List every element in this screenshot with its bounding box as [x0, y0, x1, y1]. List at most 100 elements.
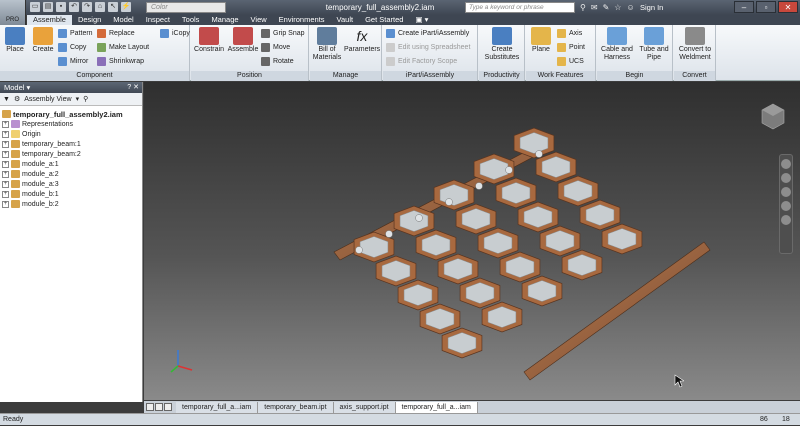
place-button[interactable]: Place [2, 27, 28, 54]
tab-manage[interactable]: Manage [205, 15, 244, 25]
tree-item[interactable]: + module_a:3 [2, 179, 142, 189]
bolt [535, 150, 543, 158]
tube-pipe-button[interactable]: Tube and Pipe [637, 27, 671, 62]
new-icon[interactable]: ▭ [30, 2, 40, 12]
tree-item[interactable]: + module_b:2 [2, 199, 142, 209]
create-ipart-button[interactable]: Create iPart/iAssembly [386, 28, 469, 39]
expand-icon[interactable]: + [2, 170, 9, 178]
tab-tools[interactable]: Tools [176, 15, 206, 25]
axis-button[interactable]: Axis [557, 28, 582, 39]
tab-vault[interactable]: Vault [331, 15, 360, 25]
plane-button[interactable]: Plane [528, 27, 554, 54]
doc-tab-active[interactable]: temporary_full_a...iam [395, 401, 478, 413]
tools-icon[interactable]: ✎ [603, 2, 610, 13]
expand-icon[interactable]: + [2, 160, 9, 168]
user-icon[interactable]: ☺ [626, 2, 634, 13]
expand-icon[interactable]: + [2, 140, 9, 148]
browser-title-dropdown[interactable]: Model [4, 83, 24, 92]
point-button[interactable]: Point [557, 42, 585, 53]
rotate-button[interactable]: Rotate [261, 56, 294, 67]
assembly-view-dropdown[interactable]: Assembly View [24, 96, 71, 103]
filter-icon[interactable]: ▼ [3, 96, 10, 103]
replace-button[interactable]: Replace [97, 28, 135, 39]
tab-get-started[interactable]: Get Started [359, 15, 409, 25]
close-button[interactable]: ✕ [778, 1, 798, 13]
star-icon[interactable]: ☆ [614, 2, 621, 13]
zoom-icon[interactable] [781, 187, 791, 197]
steering-wheel-icon[interactable] [781, 159, 791, 169]
icopy-button[interactable]: iCopy [160, 28, 190, 39]
browser-header: Model ▾ ? ✕ [0, 82, 142, 93]
expand-icon[interactable]: + [2, 190, 9, 198]
edit-factory-scope-button[interactable]: Edit Factory Scope [386, 56, 457, 67]
tree-item[interactable]: + module_a:1 [2, 159, 142, 169]
tree-item[interactable]: + temporary_beam:2 [2, 149, 142, 159]
browser-close-icon[interactable]: ? ✕ [127, 82, 139, 93]
color-override-dropdown[interactable]: Color [146, 2, 226, 13]
update-icon[interactable]: ⚡ [121, 2, 131, 12]
sign-in-link[interactable]: Sign In [640, 2, 663, 13]
tab-inspect[interactable]: Inspect [140, 15, 176, 25]
tree-item[interactable]: + Representations [2, 119, 142, 129]
pan-icon[interactable] [781, 173, 791, 183]
cable-harness-button[interactable]: Cable and Harness [599, 27, 635, 62]
tree-item[interactable]: + module_b:1 [2, 189, 142, 199]
viewcube[interactable] [760, 102, 786, 130]
tab-environments[interactable]: Environments [273, 15, 331, 25]
orbit-icon[interactable] [781, 201, 791, 211]
parameters-button[interactable]: fx Parameters [344, 27, 380, 54]
tree-item[interactable]: + Origin [2, 129, 142, 139]
graphics-viewport[interactable] [144, 82, 800, 400]
select-icon[interactable]: ↖ [108, 2, 118, 12]
tab-design[interactable]: Design [72, 15, 107, 25]
create-button[interactable]: Create [30, 27, 56, 54]
tile-icon[interactable] [146, 403, 154, 411]
home-icon[interactable]: ⌂ [95, 2, 105, 12]
pattern-button[interactable]: Pattern [58, 28, 93, 39]
find-icon[interactable]: ⚲ [83, 95, 88, 103]
tab-view[interactable]: View [245, 15, 273, 25]
expand-icon[interactable]: + [2, 150, 9, 158]
copy-button[interactable]: Copy [58, 42, 86, 53]
cascade-icon[interactable] [155, 403, 163, 411]
mirror-button[interactable]: Mirror [58, 56, 88, 67]
ribbon-options-icon[interactable]: ▣ ▾ [409, 15, 434, 25]
look-at-icon[interactable] [781, 215, 791, 225]
window-list-icon[interactable] [164, 403, 172, 411]
constrain-button[interactable]: Constrain [193, 27, 225, 54]
communication-icon[interactable]: ✉ [591, 2, 598, 13]
doc-tab[interactable]: axis_support.ipt [333, 401, 396, 413]
open-icon[interactable]: ▤ [43, 2, 53, 12]
tab-assemble[interactable]: Assemble [27, 15, 72, 25]
search-input[interactable]: Type a keyword or phrase [465, 2, 575, 13]
expand-icon[interactable]: + [2, 180, 9, 188]
edit-spreadsheet-button[interactable]: Edit using Spreadsheet [386, 42, 470, 53]
convert-weldment-button[interactable]: Convert to Weldment [675, 27, 715, 62]
tree-item[interactable]: + temporary_beam:1 [2, 139, 142, 149]
grip-snap-button[interactable]: Grip Snap [261, 28, 305, 39]
move-button[interactable]: Move [261, 42, 290, 53]
expand-icon[interactable]: + [2, 200, 9, 208]
position-panel: Constrain Assemble Grip Snap Move Rotate… [191, 25, 309, 81]
assemble-button[interactable]: Assemble [227, 27, 259, 54]
expand-icon[interactable]: + [2, 130, 9, 138]
tree-root[interactable]: temporary_full_assembly2.iam [2, 109, 142, 119]
application-menu-button[interactable]: PRO [0, 0, 26, 26]
bill-of-materials-button[interactable]: Bill of Materials [312, 27, 342, 62]
doc-tab[interactable]: temporary_full_a...iam [176, 401, 259, 413]
tree-item[interactable]: + module_a:2 [2, 169, 142, 179]
minimize-button[interactable]: – [734, 1, 754, 13]
quick-access-toolbar: ▭ ▤ ▪ ↶ ↷ ⌂ ↖ ⚡ [30, 2, 131, 13]
expand-icon[interactable]: + [2, 120, 9, 128]
doc-tab[interactable]: temporary_beam.ipt [258, 401, 334, 413]
save-icon[interactable]: ▪ [56, 2, 66, 12]
shrinkwrap-button[interactable]: Shrinkwrap [97, 56, 144, 67]
undo-icon[interactable]: ↶ [69, 2, 79, 12]
maximize-button[interactable]: ▫ [756, 1, 776, 13]
make-layout-button[interactable]: Make Layout [97, 42, 149, 53]
binoculars-icon[interactable]: ⚲ [580, 2, 586, 13]
create-substitutes-button[interactable]: Create Substitutes [481, 27, 523, 62]
tab-model[interactable]: Model [107, 15, 139, 25]
redo-icon[interactable]: ↷ [82, 2, 92, 12]
ucs-button[interactable]: UCS [557, 56, 584, 67]
